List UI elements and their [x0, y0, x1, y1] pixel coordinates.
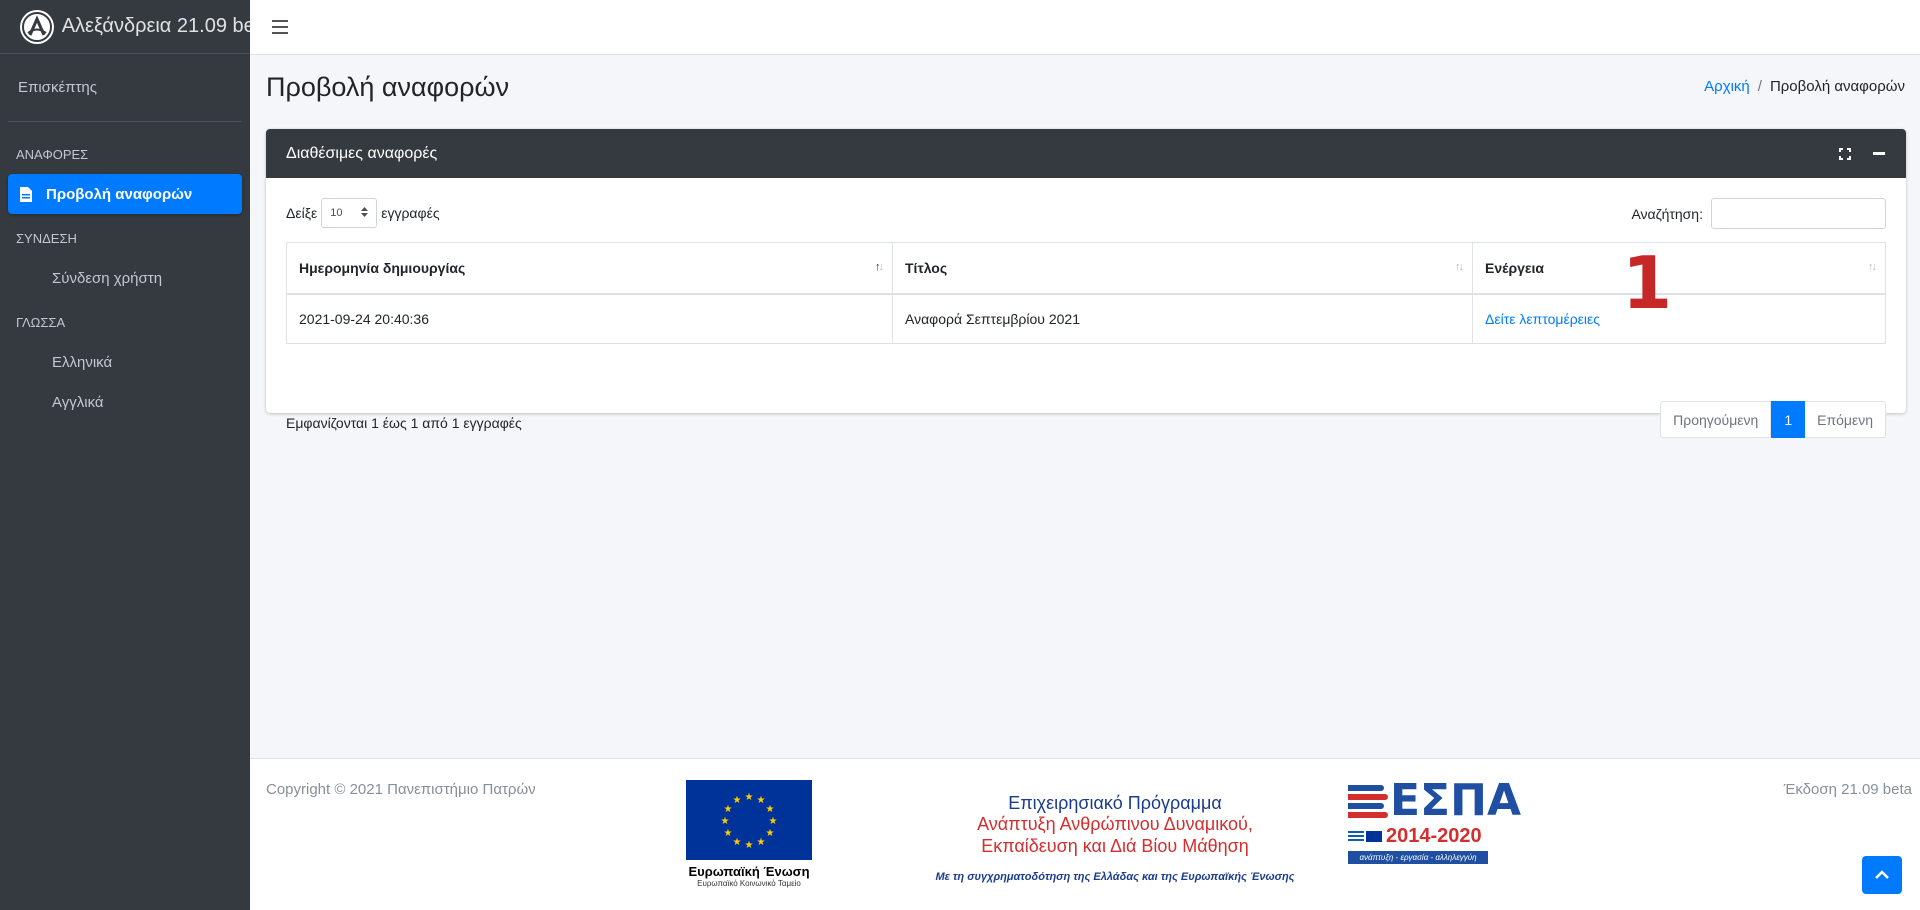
sidebar-item-english[interactable]: Αγγλικά [8, 382, 242, 422]
sidebar-item-label: Σύνδεση χρήστη [52, 269, 163, 287]
column-header-action[interactable]: Ενέργεια ↑↓ [1472, 242, 1886, 295]
page-1-button[interactable]: 1 [1771, 401, 1806, 438]
eu-logo: ★ ★ ★ ★ ★ ★ ★ ★ ★ ★ ★ ★ Ευρωπαϊκή Ένωση Ευρωπαϊκό… [686, 780, 812, 890]
breadcrumb-separator: / [1757, 78, 1762, 95]
sort-asc-icon: ↑↓ [875, 261, 884, 273]
eu-flag-icon: ★ ★ ★ ★ ★ ★ ★ ★ ★ ★ ★ ★ [686, 780, 812, 860]
user-panel[interactable]: Επισκέπτης [8, 54, 242, 122]
espa-logo: ΕΣΠΑ 2014-2020 ανάπτυξη - εργασία - αλλη… [1348, 779, 1521, 869]
svg-text:★: ★ [721, 816, 730, 827]
version-text: Έκδοση 21.09 beta [1783, 781, 1912, 798]
breadcrumb-current: Προβολή αναφορών [1769, 78, 1905, 95]
greek-flag-icon [1348, 831, 1364, 842]
program-logo: Επιχειρησιακό Πρόγραμμα Ανάπτυξη Ανθρώπι… [920, 793, 1310, 883]
view-details-link[interactable]: Δείτε λεπτομέρειες [1485, 311, 1600, 327]
svg-text:★: ★ [769, 816, 778, 827]
svg-text:★: ★ [757, 837, 766, 848]
brand-link[interactable]: Αλεξάνδρεια 21.09 beta [0, 0, 250, 54]
search-input[interactable] [1711, 198, 1886, 229]
brand-title: Αλεξάνδρεια 21.09 beta [61, 15, 250, 37]
alexandria-logo-icon [20, 9, 54, 44]
collapse-icon[interactable] [1872, 147, 1886, 161]
svg-text:★: ★ [733, 837, 742, 848]
sidebar: Αλεξάνδρεια 21.09 beta Επισκέπτης ΑΝΑΦΟΡ… [0, 0, 250, 910]
svg-text:★: ★ [766, 828, 775, 839]
next-page-button[interactable]: Επόμενη [1805, 401, 1886, 438]
breadcrumb: Αρχική / Προβολή αναφορών [1704, 78, 1905, 95]
svg-text:★: ★ [724, 804, 733, 815]
cell-action: Δείτε λεπτομέρειες [1472, 293, 1886, 344]
annotation-number: 1 [1622, 241, 1673, 325]
svg-text:★: ★ [745, 792, 754, 803]
column-header-label: Ενέργεια [1485, 259, 1545, 276]
page-length-value: 10 [330, 207, 343, 219]
column-header-date[interactable]: Ημερομηνία δημιουργίας ↑↓ [286, 242, 893, 295]
sidebar-item-greek[interactable]: Ελληνικά [8, 342, 242, 382]
page-length-select[interactable]: 10 [321, 198, 378, 228]
file-icon [18, 186, 34, 202]
page-length-control: Δείξε 10 εγγραφές [286, 198, 440, 228]
espa-stripes-icon [1348, 782, 1388, 821]
column-header-label: Ημερομηνία δημιουργίας [299, 259, 466, 276]
sort-icon: ↑↓ [1868, 261, 1877, 273]
top-navbar [250, 0, 1920, 55]
svg-text:★: ★ [724, 828, 733, 839]
svg-text:★: ★ [745, 840, 754, 851]
length-suffix: εγγραφές [381, 205, 440, 221]
eu-title: Ευρωπαϊκή Ένωση [688, 864, 810, 879]
pagination: Προηγούμενη 1 Επόμενη [1660, 401, 1886, 438]
user-name: Επισκέπτης [18, 79, 97, 96]
column-header-title[interactable]: Τίτλος ↑↓ [892, 242, 1473, 295]
scroll-to-top-button[interactable] [1862, 856, 1902, 894]
length-prefix: Δείξε [286, 205, 318, 221]
eu-flag-small-icon [1366, 831, 1382, 842]
eu-subtitle: Ευρωπαϊκό Κοινωνικό Ταμείο [697, 879, 801, 888]
menu-toggle-icon[interactable] [272, 16, 288, 38]
footer: Copyright © 2021 Πανεπιστήμιο Πατρών ★ ★ ★… [250, 758, 1920, 910]
search-control: Αναζήτηση: [1631, 198, 1886, 229]
sidebar-item-user-login[interactable]: Σύνδεση χρήστη [8, 258, 242, 298]
svg-text:★: ★ [757, 795, 766, 806]
maximize-icon[interactable] [1838, 147, 1852, 161]
svg-text:★: ★ [766, 804, 775, 815]
espa-tagline: ανάπτυξη - εργασία - αλληλεγγύη [1348, 851, 1488, 864]
table-info: Εμφανίζονται 1 έως 1 από 1 εγγραφές [286, 415, 522, 431]
card-title: Διαθέσιμες αναφορές [286, 144, 438, 162]
program-line-1: Επιχειρησιακό Πρόγραμμα [1008, 793, 1222, 813]
sidebar-item-label: Αγγλικά [52, 393, 104, 411]
sidebar-item-label: Ελληνικά [52, 353, 113, 371]
cell-title: Αναφορά Σεπτεμβρίου 2021 [892, 293, 1473, 344]
nav-header-login: ΣΥΝΔΕΣΗ [16, 230, 77, 246]
nav-header-reports: ΑΝΑΦΟΡΕΣ [16, 146, 89, 162]
program-line-3: Εκπαίδευση και Διά Βίου Μάθηση [981, 835, 1249, 856]
sidebar-item-view-reports[interactable]: Προβολή αναφορών [8, 174, 242, 214]
sort-icon: ↑↓ [1455, 261, 1464, 273]
breadcrumb-home-link[interactable]: Αρχική [1704, 78, 1750, 95]
page-title: Προβολή αναφορών [266, 72, 510, 102]
card-header: Διαθέσιμες αναφορές [266, 129, 1906, 178]
copyright-text: Copyright © 2021 Πανεπιστήμιο Πατρών [266, 781, 536, 798]
svg-text:★: ★ [733, 795, 742, 806]
nav-header-language: ΓΛΩΣΣΑ [16, 314, 66, 330]
select-arrows-icon [361, 206, 369, 220]
program-line-2: Ανάπτυξη Ανθρώπινου Δυναμικού, [977, 814, 1253, 834]
search-label: Αναζήτηση: [1631, 205, 1703, 222]
cell-date: 2021-09-24 20:40:36 [286, 293, 893, 344]
chevron-up-icon [1875, 870, 1889, 879]
espa-word: ΕΣΠΑ [1390, 775, 1521, 826]
program-line-4: Με τη συγχρηματοδότηση της Ελλάδας και τ… [935, 871, 1295, 884]
espa-years: 2014-2020 [1386, 825, 1482, 847]
sidebar-item-label: Προβολή αναφορών [46, 185, 193, 203]
column-header-label: Τίτλος [905, 259, 948, 276]
previous-page-button[interactable]: Προηγούμενη [1660, 401, 1772, 438]
